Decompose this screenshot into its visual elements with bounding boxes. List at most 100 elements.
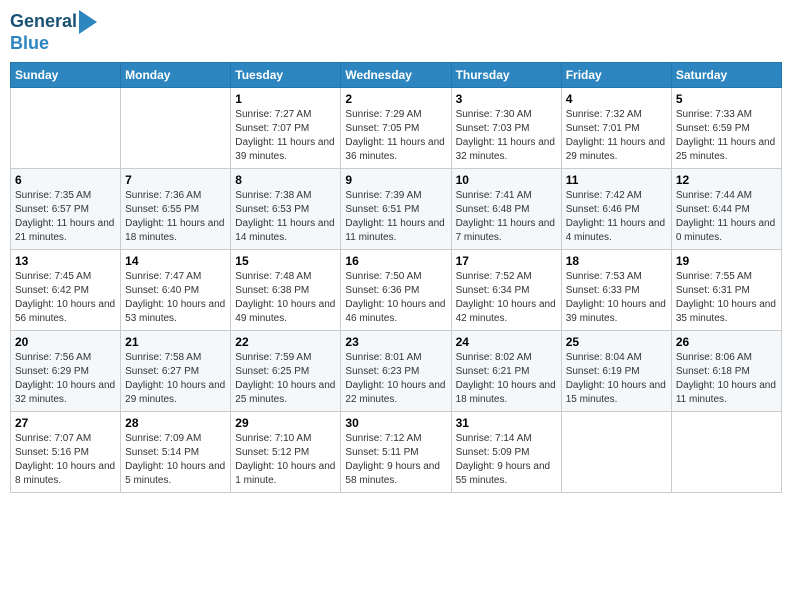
calendar-cell: 2 Sunrise: 7:29 AM Sunset: 7:05 PM Daylig… (341, 87, 451, 168)
calendar-cell: 1Sunrise: 7:27 AM Sunset: 7:07 PM Daylig… (231, 87, 341, 168)
day-number: 3 (456, 92, 557, 106)
day-info: Sunrise: 7:41 AM Sunset: 6:48 PM Dayligh… (456, 189, 557, 245)
logo-text: General (10, 12, 77, 32)
day-number: 31 (456, 416, 557, 430)
calendar-cell: 24 Sunrise: 8:02 AM Sunset: 6:21 PM Dayli… (451, 330, 561, 411)
day-number: 28 (125, 416, 226, 430)
day-info: Sunrise: 7:48 AM Sunset: 6:38 PM Dayligh… (235, 270, 336, 326)
day-number: 29 (235, 416, 336, 430)
day-info: Sunrise: 7:58 AM Sunset: 6:27 PM Dayligh… (125, 351, 226, 407)
day-info: Sunrise: 7:14 AM Sunset: 5:09 PM Dayligh… (456, 432, 557, 488)
day-number: 7 (125, 173, 226, 187)
day-info: Sunrise: 7:29 AM Sunset: 7:05 PM Dayligh… (345, 108, 446, 164)
calendar-cell: 30 Sunrise: 7:12 AM Sunset: 5:11 PM Dayli… (341, 411, 451, 492)
weekday-header-monday: Monday (121, 62, 231, 87)
weekday-header-tuesday: Tuesday (231, 62, 341, 87)
logo: General Blue (10, 10, 97, 54)
weekday-header-wednesday: Wednesday (341, 62, 451, 87)
day-number: 23 (345, 335, 446, 349)
calendar-cell: 18Sunrise: 7:53 AM Sunset: 6:33 PM Dayli… (561, 249, 671, 330)
day-number: 30 (345, 416, 446, 430)
day-info: Sunrise: 7:27 AM Sunset: 7:07 PM Dayligh… (235, 108, 336, 164)
day-info: Sunrise: 7:07 AM Sunset: 5:16 PM Dayligh… (15, 432, 116, 488)
calendar-cell (561, 411, 671, 492)
day-number: 8 (235, 173, 336, 187)
calendar-cell: 10 Sunrise: 7:41 AM Sunset: 6:48 PM Dayli… (451, 168, 561, 249)
day-info: Sunrise: 8:06 AM Sunset: 6:18 PM Dayligh… (676, 351, 777, 407)
day-info: Sunrise: 7:35 AM Sunset: 6:57 PM Dayligh… (15, 189, 116, 245)
calendar-cell: 17 Sunrise: 7:52 AM Sunset: 6:34 PM Dayli… (451, 249, 561, 330)
calendar-cell: 29 Sunrise: 7:10 AM Sunset: 5:12 PM Dayli… (231, 411, 341, 492)
calendar-week-1: 1Sunrise: 7:27 AM Sunset: 7:07 PM Daylig… (11, 87, 782, 168)
calendar-cell: 25Sunrise: 8:04 AM Sunset: 6:19 PM Dayli… (561, 330, 671, 411)
day-info: Sunrise: 7:39 AM Sunset: 6:51 PM Dayligh… (345, 189, 446, 245)
calendar-cell: 21Sunrise: 7:58 AM Sunset: 6:27 PM Dayli… (121, 330, 231, 411)
day-number: 4 (566, 92, 667, 106)
weekday-header-friday: Friday (561, 62, 671, 87)
calendar-cell: 6 Sunrise: 7:35 AM Sunset: 6:57 PM Daylig… (11, 168, 121, 249)
day-info: Sunrise: 7:12 AM Sunset: 5:11 PM Dayligh… (345, 432, 446, 488)
calendar-cell: 4 Sunrise: 7:32 AM Sunset: 7:01 PM Daylig… (561, 87, 671, 168)
calendar-cell: 31 Sunrise: 7:14 AM Sunset: 5:09 PM Dayli… (451, 411, 561, 492)
day-number: 6 (15, 173, 116, 187)
day-info: Sunrise: 7:38 AM Sunset: 6:53 PM Dayligh… (235, 189, 336, 245)
day-info: Sunrise: 7:30 AM Sunset: 7:03 PM Dayligh… (456, 108, 557, 164)
day-number: 5 (676, 92, 777, 106)
logo-arrow-icon (79, 10, 97, 34)
day-number: 15 (235, 254, 336, 268)
day-number: 22 (235, 335, 336, 349)
calendar-cell: 19 Sunrise: 7:55 AM Sunset: 6:31 PM Dayli… (671, 249, 781, 330)
day-number: 18 (566, 254, 667, 268)
day-info: Sunrise: 7:59 AM Sunset: 6:25 PM Dayligh… (235, 351, 336, 407)
day-number: 10 (456, 173, 557, 187)
day-number: 24 (456, 335, 557, 349)
day-info: Sunrise: 7:47 AM Sunset: 6:40 PM Dayligh… (125, 270, 226, 326)
day-number: 20 (15, 335, 116, 349)
calendar-cell: 23 Sunrise: 8:01 AM Sunset: 6:23 PM Dayli… (341, 330, 451, 411)
calendar-cell: 13 Sunrise: 7:45 AM Sunset: 6:42 PM Dayli… (11, 249, 121, 330)
day-info: Sunrise: 7:45 AM Sunset: 6:42 PM Dayligh… (15, 270, 116, 326)
weekday-header-thursday: Thursday (451, 62, 561, 87)
day-info: Sunrise: 7:32 AM Sunset: 7:01 PM Dayligh… (566, 108, 667, 164)
calendar-cell: 14 Sunrise: 7:47 AM Sunset: 6:40 PM Dayli… (121, 249, 231, 330)
day-number: 12 (676, 173, 777, 187)
calendar-body: 1Sunrise: 7:27 AM Sunset: 7:07 PM Daylig… (11, 87, 782, 492)
calendar-cell: 11Sunrise: 7:42 AM Sunset: 6:46 PM Dayli… (561, 168, 671, 249)
day-number: 27 (15, 416, 116, 430)
calendar-cell: 28 Sunrise: 7:09 AM Sunset: 5:14 PM Dayli… (121, 411, 231, 492)
calendar-header: SundayMondayTuesdayWednesdayThursdayFrid… (11, 62, 782, 87)
day-number: 14 (125, 254, 226, 268)
day-number: 13 (15, 254, 116, 268)
day-number: 16 (345, 254, 446, 268)
calendar-cell: 3 Sunrise: 7:30 AM Sunset: 7:03 PM Daylig… (451, 87, 561, 168)
calendar-cell: 8 Sunrise: 7:38 AM Sunset: 6:53 PM Daylig… (231, 168, 341, 249)
day-number: 26 (676, 335, 777, 349)
day-info: Sunrise: 8:04 AM Sunset: 6:19 PM Dayligh… (566, 351, 667, 407)
day-info: Sunrise: 8:02 AM Sunset: 6:21 PM Dayligh… (456, 351, 557, 407)
day-info: Sunrise: 7:55 AM Sunset: 6:31 PM Dayligh… (676, 270, 777, 326)
day-info: Sunrise: 7:56 AM Sunset: 6:29 PM Dayligh… (15, 351, 116, 407)
day-number: 2 (345, 92, 446, 106)
calendar-cell: 9 Sunrise: 7:39 AM Sunset: 6:51 PM Daylig… (341, 168, 451, 249)
weekday-header-saturday: Saturday (671, 62, 781, 87)
calendar-cell: 27 Sunrise: 7:07 AM Sunset: 5:16 PM Dayli… (11, 411, 121, 492)
day-info: Sunrise: 7:44 AM Sunset: 6:44 PM Dayligh… (676, 189, 777, 245)
day-number: 11 (566, 173, 667, 187)
day-info: Sunrise: 7:10 AM Sunset: 5:12 PM Dayligh… (235, 432, 336, 488)
weekday-header-sunday: Sunday (11, 62, 121, 87)
calendar-cell (11, 87, 121, 168)
calendar-cell: 15 Sunrise: 7:48 AM Sunset: 6:38 PM Dayli… (231, 249, 341, 330)
day-info: Sunrise: 7:50 AM Sunset: 6:36 PM Dayligh… (345, 270, 446, 326)
logo-blue-text: Blue (10, 34, 49, 54)
day-info: Sunrise: 7:09 AM Sunset: 5:14 PM Dayligh… (125, 432, 226, 488)
calendar-cell: 12 Sunrise: 7:44 AM Sunset: 6:44 PM Dayli… (671, 168, 781, 249)
calendar-cell: 22 Sunrise: 7:59 AM Sunset: 6:25 PM Dayli… (231, 330, 341, 411)
day-number: 9 (345, 173, 446, 187)
calendar-cell: 7Sunrise: 7:36 AM Sunset: 6:55 PM Daylig… (121, 168, 231, 249)
day-number: 19 (676, 254, 777, 268)
day-info: Sunrise: 8:01 AM Sunset: 6:23 PM Dayligh… (345, 351, 446, 407)
calendar-week-2: 6 Sunrise: 7:35 AM Sunset: 6:57 PM Daylig… (11, 168, 782, 249)
day-number: 17 (456, 254, 557, 268)
day-info: Sunrise: 7:52 AM Sunset: 6:34 PM Dayligh… (456, 270, 557, 326)
calendar-cell: 20 Sunrise: 7:56 AM Sunset: 6:29 PM Dayli… (11, 330, 121, 411)
